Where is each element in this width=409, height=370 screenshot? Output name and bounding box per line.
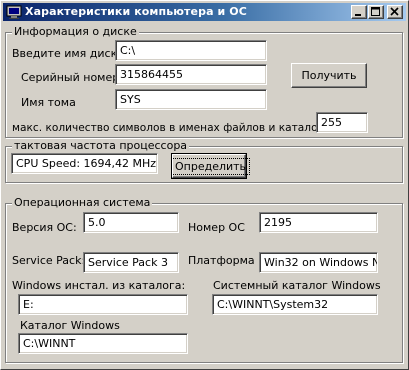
max-chars-label: макс. количество символов в именах файло… bbox=[12, 122, 336, 134]
title-bar[interactable]: Характеристики компьютера и ОС bbox=[3, 3, 406, 21]
detect-button-label: Определить bbox=[170, 158, 251, 175]
windows-dir-field[interactable]: C:\WINNT bbox=[18, 333, 188, 354]
volume-name-label: Имя тома bbox=[21, 96, 76, 109]
os-number-field[interactable]: 2195 bbox=[259, 212, 378, 233]
window-title: Характеристики компьютера и ОС bbox=[25, 5, 247, 18]
os-version-field[interactable]: 5.0 bbox=[83, 212, 179, 233]
maximize-icon bbox=[371, 7, 380, 16]
minimize-icon bbox=[355, 14, 361, 16]
app-icon bbox=[6, 5, 22, 19]
get-info-button-label: Получить bbox=[301, 69, 357, 82]
maximize-button[interactable] bbox=[368, 5, 384, 19]
os-version-label: Версия ОС: bbox=[12, 221, 77, 234]
cpu-speed-field[interactable]: CPU Speed: 1694,42 MHz bbox=[11, 153, 158, 174]
install-dir-field[interactable]: E: bbox=[18, 294, 188, 315]
volume-name-field[interactable]: SYS bbox=[115, 89, 267, 110]
close-icon bbox=[390, 7, 399, 16]
platform-field[interactable]: Win32 on Windows NT. bbox=[259, 252, 378, 273]
close-button[interactable] bbox=[387, 5, 403, 19]
minimize-button[interactable] bbox=[351, 5, 367, 19]
os-group-title: Операционная система bbox=[12, 196, 153, 209]
main-window: Характеристики компьютера и ОС Информаци… bbox=[0, 0, 409, 370]
service-pack-field[interactable]: Service Pack 3 bbox=[83, 252, 179, 273]
os-number-label: Номер ОС bbox=[188, 221, 245, 234]
install-dir-label: Windows инстал. из каталога: bbox=[12, 279, 186, 292]
cpu-speed-group-title: тактовая частота процессора bbox=[12, 139, 190, 152]
get-info-button[interactable]: Получить bbox=[291, 63, 367, 88]
system-dir-label: Системный каталог Windows bbox=[213, 279, 381, 292]
platform-label: Платформа bbox=[188, 254, 255, 267]
max-chars-field[interactable]: 255 bbox=[316, 112, 368, 133]
disk-name-input[interactable]: C:\ bbox=[115, 40, 267, 61]
disk-info-group-title: Информация о диске bbox=[12, 25, 139, 38]
disk-name-label: Введите имя диска bbox=[12, 47, 124, 60]
windows-dir-label: Каталог Windows bbox=[20, 319, 120, 332]
serial-number-field[interactable]: 315864455 bbox=[115, 64, 267, 85]
system-dir-field[interactable]: C:\WINNT\System32 bbox=[212, 294, 378, 315]
service-pack-label: Service Pack: bbox=[12, 254, 86, 267]
detect-button[interactable]: Определить bbox=[170, 153, 251, 179]
serial-number-label: Серийный номер bbox=[21, 71, 120, 84]
